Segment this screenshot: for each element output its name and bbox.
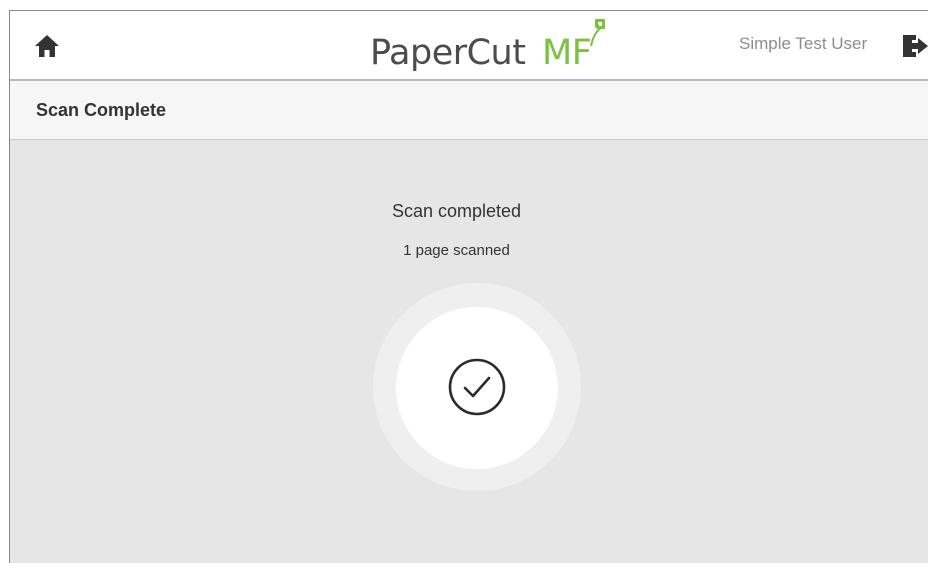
logout-icon[interactable]: [901, 32, 928, 60]
papercut-logo: PaperCut MF: [370, 19, 630, 73]
status-message: Scan completed: [391, 201, 522, 221]
logo-text-secondary: MF: [542, 33, 592, 73]
home-icon[interactable]: [33, 33, 61, 59]
logo-text-primary: PaperCut: [370, 33, 526, 73]
top-bar: PaperCut MF Simple Test User: [10, 11, 928, 81]
check-circle-icon: [448, 358, 506, 416]
user-name: Simple Test User: [739, 34, 868, 53]
app-frame: PaperCut MF Simple Test User Scan Comple…: [9, 10, 928, 563]
status-detail: 1 page scanned: [403, 242, 510, 259]
leaf-icon: [590, 19, 605, 47]
page-header: Scan Complete: [10, 81, 928, 140]
page-title: Scan Complete: [36, 100, 167, 120]
